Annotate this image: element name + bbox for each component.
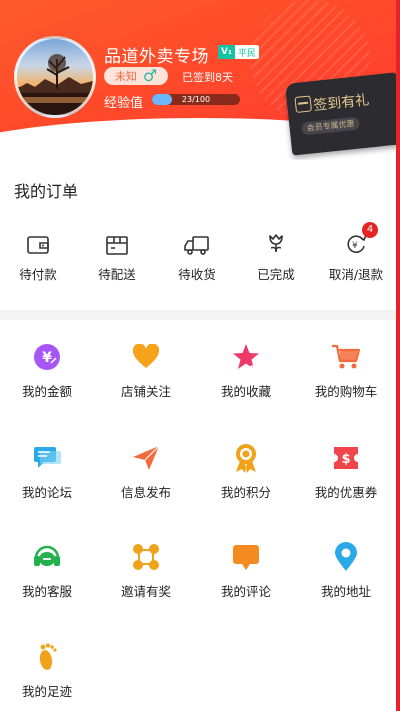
coupon-icon: $ — [296, 443, 396, 473]
vip-level-label: 平民 — [237, 48, 256, 59]
gender-pill: 未知 ♂ — [104, 67, 168, 85]
vip-level-badge: V₁ 平民 — [218, 45, 259, 59]
avatar[interactable] — [14, 36, 96, 118]
grid-item-comments[interactable]: 我的评论 — [196, 542, 296, 600]
grid-item-points[interactable]: 我的积分 — [196, 443, 296, 501]
vip-icon: V₁ — [218, 45, 235, 59]
grid-item-label: 我的地址 — [320, 584, 371, 599]
order-item-label: 待收货 — [178, 267, 216, 282]
svg-text:¥: ¥ — [42, 350, 52, 366]
gender-text: 未知 — [114, 70, 137, 83]
money-icon: ¥ — [0, 342, 97, 372]
comment-icon — [196, 542, 296, 572]
cart-icon — [296, 342, 396, 372]
edge-bar — [396, 0, 400, 711]
svg-text:¥: ¥ — [352, 241, 358, 251]
heart-icon — [96, 342, 196, 372]
order-pending-delivery[interactable]: 待配送 — [77, 230, 157, 283]
section-divider — [0, 310, 400, 320]
male-icon: ♂ — [142, 66, 158, 85]
grid-item-label: 我的收藏 — [220, 384, 271, 399]
avatar-image — [17, 54, 93, 115]
truck-icon — [157, 230, 237, 256]
grid-item-label: 我的积分 — [220, 485, 271, 500]
grid-item-coupons[interactable]: $ 我的优惠券 — [296, 443, 396, 501]
gift-icon — [294, 95, 313, 113]
grid-item-cart[interactable]: 我的购物车 — [296, 342, 396, 400]
signin-subtitle: 会员专属优惠 — [301, 116, 361, 136]
grid-item-label: 我的论坛 — [21, 485, 72, 500]
grid-item-label: 邀请有奖 — [120, 584, 171, 599]
exp-label: 经验值 — [104, 96, 144, 111]
signed-days: 已签到8天 — [182, 71, 233, 84]
footprint-icon — [0, 642, 97, 672]
network-icon — [96, 542, 196, 572]
svg-text:$: $ — [341, 452, 350, 467]
grid-item-label: 信息发布 — [120, 485, 171, 500]
order-item-label: 取消/退款 — [328, 267, 384, 282]
order-completed[interactable]: 已完成 — [236, 230, 316, 283]
star-icon — [196, 342, 296, 372]
order-item-label: 已完成 — [257, 267, 295, 282]
grid-item-label: 我的金额 — [21, 384, 72, 399]
grid-item-publish[interactable]: 信息发布 — [96, 443, 196, 501]
grid-item-footprints[interactable]: 我的足迹 — [0, 642, 97, 700]
orders-title: 我的订单 — [14, 182, 79, 201]
location-icon — [296, 542, 396, 572]
grid-item-label: 我的购物车 — [314, 384, 378, 399]
send-icon — [96, 443, 196, 473]
wallet-icon — [0, 230, 78, 256]
order-item-label: 待付款 — [19, 267, 57, 282]
grid-item-address[interactable]: 我的地址 — [296, 542, 396, 600]
grid-item-label: 我的客服 — [21, 584, 72, 599]
grid-item-support[interactable]: 我的客服 — [0, 542, 97, 600]
chat-icon — [0, 443, 97, 473]
signin-reward-card[interactable]: 签到有礼 会员专属优惠 — [285, 72, 400, 156]
orders-section: 我的订单 待付款 待配送 待收货 已完成 ¥ 4 取消/退款 — [0, 160, 400, 310]
grid-item-label: 我的优惠券 — [314, 485, 378, 500]
order-pending-receipt[interactable]: 待收货 — [157, 230, 237, 283]
box-icon — [77, 230, 157, 256]
grid-item-invite[interactable]: 邀请有奖 — [96, 542, 196, 600]
headset-icon — [0, 542, 97, 572]
grid-item-label: 我的评论 — [220, 584, 271, 599]
grid-item-forum[interactable]: 我的论坛 — [0, 443, 97, 501]
profile-page: 品道外卖专场 V₁ 平民 未知 ♂ 已签到8天 经验值 23/100 签到有礼 … — [0, 0, 400, 711]
signin-title: 签到有礼 — [312, 92, 371, 115]
grid-item-label: 我的足迹 — [21, 684, 72, 699]
grid-item-my-balance[interactable]: ¥ 我的金额 — [0, 342, 97, 400]
exp-value: 23/100 — [181, 95, 211, 104]
order-pending-payment[interactable]: 待付款 — [0, 230, 78, 283]
grid-item-favorites[interactable]: 我的收藏 — [196, 342, 296, 400]
medal-icon — [196, 443, 296, 473]
refund-icon: ¥ 4 — [316, 222, 396, 256]
order-refund[interactable]: ¥ 4 取消/退款 — [316, 222, 396, 283]
refund-count-badge: 4 — [362, 222, 378, 238]
order-item-label: 待配送 — [98, 267, 136, 282]
grid-item-shop-follow[interactable]: 店铺关注 — [96, 342, 196, 400]
exp-progress-bar: 23/100 — [152, 94, 240, 105]
grid-item-label: 店铺关注 — [120, 384, 171, 399]
shop-name: 品道外卖专场 — [104, 47, 209, 67]
flower-icon — [236, 230, 316, 256]
